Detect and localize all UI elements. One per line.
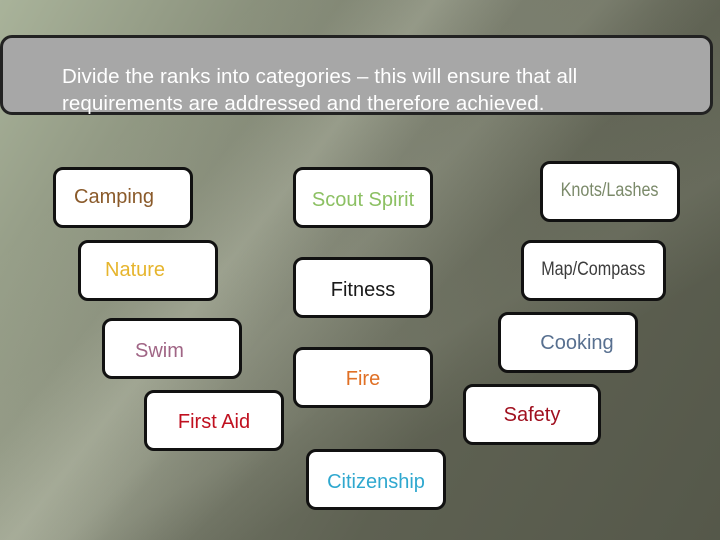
category-label: Fire xyxy=(345,368,381,390)
category-first-aid: First Aid xyxy=(144,390,284,451)
category-nature: Nature xyxy=(78,240,218,301)
category-label: Map/Compass xyxy=(541,259,646,280)
category-label: Citizenship xyxy=(327,471,425,493)
category-safety: Safety xyxy=(463,384,601,445)
category-label: Fitness xyxy=(330,279,396,301)
category-fitness: Fitness xyxy=(293,257,433,318)
category-camping: Camping xyxy=(53,167,193,228)
category-label: Nature xyxy=(105,259,166,281)
category-label: First Aid xyxy=(177,411,251,433)
intro-text-line-2: requirements are addressed and therefore… xyxy=(62,92,545,115)
category-cooking: Cooking xyxy=(498,312,638,373)
intro-text-line-1: Divide the ranks into categories – this … xyxy=(62,65,578,88)
category-label: Swim xyxy=(135,340,184,362)
category-label: Safety xyxy=(503,404,561,426)
category-swim: Swim xyxy=(102,318,242,379)
category-label: Camping xyxy=(74,186,155,208)
category-citizenship: Citizenship xyxy=(306,449,446,510)
intro-text: Divide the ranks into categories – this … xyxy=(62,63,702,117)
category-label: Cooking xyxy=(540,332,614,354)
category-fire: Fire xyxy=(293,347,433,408)
category-knots-lashes: Knots/Lashes xyxy=(540,161,680,222)
category-map-compass: Map/Compass xyxy=(521,240,666,301)
category-label: Scout Spirit xyxy=(311,189,415,211)
intro-banner: Divide the ranks into categories – this … xyxy=(0,35,713,115)
category-scout-spirit: Scout Spirit xyxy=(293,167,433,228)
category-label: Knots/Lashes xyxy=(561,180,659,201)
